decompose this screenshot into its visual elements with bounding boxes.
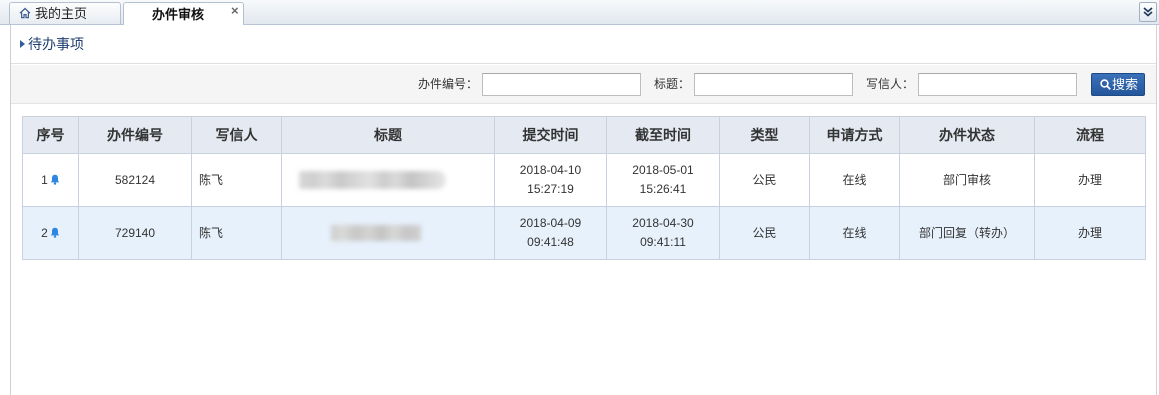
cell-deadline: 2018-05-01 15:26:41 — [606, 153, 720, 207]
double-chevron-down-icon — [1143, 7, 1153, 17]
cell-submitted: 2018-04-09 09:41:48 — [494, 206, 607, 260]
column-header-writer: 写信人 — [191, 116, 282, 154]
cell-case-number: 729140 — [78, 206, 192, 260]
submitted-time: 09:41:48 — [527, 235, 574, 249]
close-icon[interactable]: × — [231, 0, 239, 21]
handle-link[interactable]: 办理 — [1078, 173, 1102, 187]
submitted-time: 15:27:19 — [527, 182, 574, 196]
tab-case-review-label: 办件审核 — [152, 7, 205, 22]
main-panel: 待办事项 办件编号： 标题： 写信人： 搜索 序号 办件编号 写信人 标题 提交… — [11, 25, 1157, 395]
case-number-label: 办件编号： — [418, 77, 479, 91]
table-header-row: 序号 办件编号 写信人 标题 提交时间 截至时间 类型 申请方式 办件状态 流程 — [22, 116, 1146, 154]
cell-type: 公民 — [719, 153, 810, 207]
cell-status: 部门回复（转办） — [899, 206, 1035, 260]
cell-index: 2 — [22, 206, 79, 260]
tab-home-label: 我的主页 — [35, 6, 88, 21]
writer-input[interactable] — [918, 73, 1077, 96]
tab-menu-button[interactable] — [1139, 2, 1157, 22]
search-bar: 办件编号： 标题： 写信人： 搜索 — [11, 65, 1156, 104]
search-button[interactable]: 搜索 — [1091, 73, 1145, 96]
title-redacted — [331, 225, 421, 242]
cell-status: 部门审核 — [899, 153, 1035, 207]
todo-table-container: 序号 办件编号 写信人 标题 提交时间 截至时间 类型 申请方式 办件状态 流程… — [22, 116, 1146, 260]
column-header-type: 类型 — [719, 116, 810, 154]
column-header-case-number: 办件编号 — [78, 116, 192, 154]
column-header-workflow: 流程 — [1034, 116, 1146, 154]
row-index: 1 — [41, 172, 48, 187]
bell-icon — [50, 174, 60, 185]
caret-right-icon — [20, 40, 25, 48]
todo-table: 序号 办件编号 写信人 标题 提交时间 截至时间 类型 申请方式 办件状态 流程… — [22, 116, 1146, 260]
cell-index: 1 — [22, 153, 79, 207]
deadline-time: 09:41:11 — [640, 235, 686, 249]
title-label: 标题： — [654, 77, 691, 91]
column-header-method: 申请方式 — [809, 116, 900, 154]
table-row: 2 729140 陈飞 2018-04-09 09:41:48 2018-04-… — [22, 206, 1146, 260]
tab-case-review[interactable]: 办件审核 × — [123, 2, 244, 25]
title-input[interactable] — [694, 73, 853, 96]
cell-deadline: 2018-04-30 09:41:11 — [606, 206, 720, 260]
deadline-date: 2018-05-01 — [632, 163, 694, 177]
column-header-submitted: 提交时间 — [494, 116, 607, 154]
cell-case-number: 582124 — [78, 153, 192, 207]
column-header-title: 标题 — [281, 116, 495, 154]
left-frame — [0, 25, 11, 395]
case-number-input[interactable] — [482, 73, 641, 96]
search-button-label: 搜索 — [1112, 77, 1139, 92]
bell-icon — [50, 227, 60, 238]
panel-title: 待办事项 — [28, 36, 84, 52]
table-row: 1 582124 陈飞 2018-04-10 15:27:19 2018-05-… — [22, 153, 1146, 207]
cell-title — [281, 153, 495, 207]
cell-type: 公民 — [719, 206, 810, 260]
cell-method: 在线 — [809, 206, 900, 260]
deadline-time: 15:26:41 — [639, 182, 687, 196]
tab-bar: 我的主页 办件审核 × — [0, 0, 1159, 25]
title-redacted — [298, 171, 446, 190]
column-header-status: 办件状态 — [899, 116, 1035, 154]
submitted-date: 2018-04-10 — [519, 163, 582, 177]
panel-header: 待办事项 — [11, 25, 1156, 64]
writer-label: 写信人： — [866, 77, 915, 91]
row-index: 2 — [41, 225, 48, 240]
home-icon — [19, 7, 31, 19]
cell-workflow: 办理 — [1034, 153, 1146, 207]
cell-title — [281, 206, 495, 260]
tab-home[interactable]: 我的主页 — [9, 2, 121, 24]
column-header-index: 序号 — [22, 116, 79, 154]
cell-submitted: 2018-04-10 15:27:19 — [494, 153, 607, 207]
cell-writer: 陈飞 — [191, 206, 282, 260]
cell-writer: 陈飞 — [191, 153, 282, 207]
cell-method: 在线 — [809, 153, 900, 207]
column-header-deadline: 截至时间 — [606, 116, 720, 154]
cell-workflow: 办理 — [1034, 206, 1146, 260]
handle-link[interactable]: 办理 — [1078, 226, 1102, 240]
submitted-date: 2018-04-09 — [519, 216, 582, 230]
search-icon — [1100, 79, 1111, 90]
deadline-date: 2018-04-30 — [632, 216, 694, 230]
